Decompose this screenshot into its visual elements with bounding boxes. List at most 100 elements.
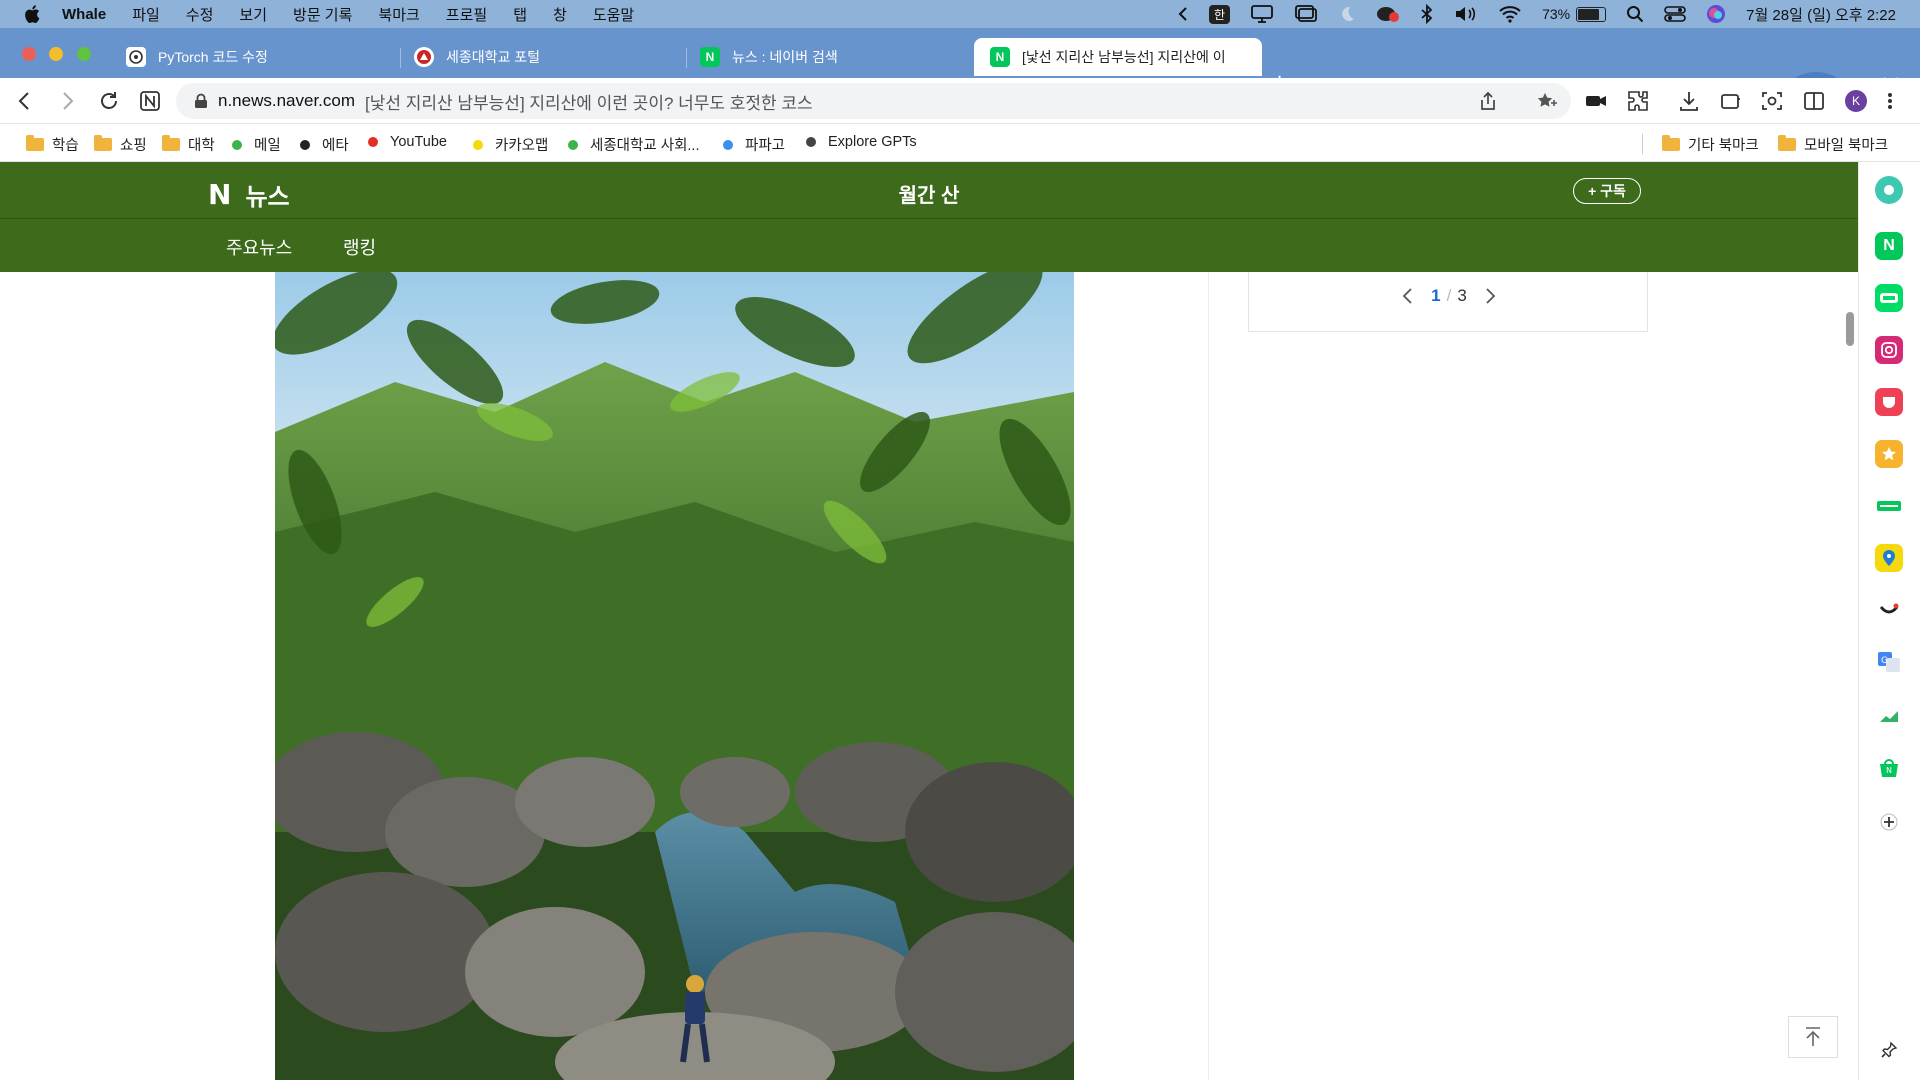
tab-naver-search[interactable]: N 뉴스 : 네이버 검색 — [684, 38, 972, 76]
window-minimize-button[interactable] — [49, 47, 63, 61]
tab-title: 뉴스 : 네이버 검색 — [732, 49, 838, 65]
add-icon[interactable] — [1875, 808, 1903, 836]
battery-status[interactable]: 73% — [1542, 6, 1607, 22]
bookmark-star-icon[interactable] — [1536, 91, 1558, 111]
menu-bookmarks[interactable]: 북마크 — [378, 4, 419, 25]
whale-space-icon[interactable] — [1875, 176, 1903, 204]
subscribe-button[interactable]: + 구독 — [1573, 178, 1641, 204]
video-icon[interactable] — [1585, 89, 1607, 113]
search-icon[interactable] — [1626, 5, 1644, 23]
bookmark-kakaomap[interactable]: 카카오맵 — [473, 134, 548, 155]
folder-icon — [162, 135, 180, 151]
webtoon-icon[interactable] — [1875, 284, 1903, 312]
tab-pytorch[interactable]: PyTorch 코드 수정 — [110, 38, 400, 76]
menu-window[interactable]: 창 — [553, 4, 567, 25]
chevron-left-icon[interactable] — [1401, 287, 1415, 305]
siri-icon[interactable] — [1706, 4, 1726, 24]
bookmark-papago[interactable]: 파파고 — [723, 134, 785, 155]
tab-capture-icon[interactable] — [1719, 89, 1743, 113]
favorites-icon[interactable] — [1875, 440, 1903, 468]
nav-ranking[interactable]: 랭킹 — [343, 234, 376, 260]
stocks-icon[interactable] — [1875, 702, 1903, 730]
app-name[interactable]: Whale — [62, 6, 106, 23]
tab-sejong-portal[interactable]: 세종대학교 포털 — [398, 38, 686, 76]
address-bar[interactable]: n.news.naver.com [낯선 지리산 남부능선] 지리산에 이런 곳… — [176, 83, 1571, 119]
display-icon[interactable] — [1250, 5, 1274, 23]
download-icon[interactable] — [1678, 89, 1700, 113]
wallet-icon[interactable] — [1875, 492, 1903, 520]
menu-help[interactable]: 도움말 — [593, 4, 634, 25]
tab-current-article[interactable]: N [낯선 지리산 남부능선] 지리산에 이 — [974, 38, 1262, 76]
bookmark-mail[interactable]: 메일 — [232, 134, 281, 155]
profile-avatar[interactable]: K — [1845, 90, 1867, 112]
map-pin-icon[interactable] — [1875, 544, 1903, 572]
wifi-icon[interactable] — [1498, 5, 1522, 23]
window-close-button[interactable] — [22, 47, 36, 61]
clock[interactable]: 7월 28일 (일) 오후 2:22 — [1746, 4, 1896, 25]
apple-icon[interactable] — [22, 3, 44, 25]
bookmark-folder-study[interactable]: 학습 — [26, 134, 79, 155]
smile-icon[interactable] — [1875, 596, 1903, 624]
back-icon[interactable] — [14, 89, 36, 113]
bookmark-sejong-social[interactable]: 세종대학교 사회... — [568, 134, 700, 155]
bookmark-label: 쇼핑 — [120, 138, 147, 154]
menu-view[interactable]: 보기 — [239, 4, 267, 25]
menu-profile[interactable]: 프로필 — [446, 4, 487, 25]
article-photo[interactable] — [275, 272, 1074, 1080]
browser-toolbar: n.news.naver.com [낯선 지리산 남부능선] 지리산에 이런 곳… — [0, 78, 1920, 124]
bookmark-everytime[interactable]: 에타 — [300, 134, 349, 155]
instagram-icon[interactable] — [1875, 336, 1903, 364]
scroll-to-top-button[interactable] — [1788, 1016, 1838, 1058]
split-view-icon[interactable] — [1802, 89, 1826, 113]
page-separator: / — [1446, 286, 1452, 305]
whale-notification-icon[interactable] — [1376, 4, 1400, 24]
bookmark-folder-shopping[interactable]: 쇼핑 — [94, 134, 147, 155]
related-articles-pager: 1 / 3 — [1248, 272, 1648, 332]
tab-strip: PyTorch 코드 수정 세종대학교 포털 N 뉴스 : 네이버 검색 N [… — [0, 28, 1920, 106]
url-page-title: [낯선 지리산 남부능선] 지리산에 이런 곳이? 너무도 호젓한 코스 — [365, 93, 813, 113]
bookmark-folder-university[interactable]: 대학 — [162, 134, 215, 155]
home-naver-icon[interactable] — [139, 89, 161, 113]
page-scrollbar[interactable] — [1846, 312, 1854, 346]
menu-tab[interactable]: 탭 — [513, 4, 527, 25]
input-method-indicator[interactable]: 한 — [1209, 4, 1231, 24]
control-center-icon[interactable] — [1664, 5, 1686, 23]
bookmark-folder-other[interactable]: 기타 북마크 — [1662, 134, 1759, 155]
stage-manager-icon[interactable] — [1294, 5, 1318, 23]
whale-sidebar: N G N — [1858, 162, 1920, 1080]
naver-shopping-icon[interactable]: N — [1875, 754, 1903, 782]
papago-icon — [723, 139, 733, 150]
volume-icon[interactable] — [1454, 5, 1478, 23]
share-icon[interactable] — [1479, 91, 1497, 111]
bookmark-youtube[interactable]: YouTube — [368, 134, 447, 150]
bookmark-folder-mobile[interactable]: 모바일 북마크 — [1778, 134, 1888, 155]
extensions-icon[interactable] — [1626, 89, 1650, 113]
window-zoom-button[interactable] — [77, 47, 91, 61]
macos-menu-bar: Whale 파일 수정 보기 방문 기록 북마크 프로필 탭 창 도움말 한 7… — [0, 0, 1920, 28]
moon-icon[interactable] — [1338, 5, 1356, 23]
menu-history[interactable]: 방문 기록 — [293, 4, 352, 25]
openai-icon — [126, 47, 146, 67]
pocket-icon[interactable] — [1875, 388, 1903, 416]
reload-icon[interactable] — [97, 89, 121, 113]
url-domain: n.news.naver.com — [218, 91, 356, 110]
translate-icon[interactable]: G — [1875, 648, 1903, 676]
bluetooth-icon[interactable] — [1420, 4, 1434, 24]
naver-icon[interactable]: N — [1875, 232, 1903, 260]
chevron-right-icon[interactable] — [1483, 287, 1497, 305]
menu-file[interactable]: 파일 — [132, 4, 160, 25]
naver-icon: N — [990, 47, 1010, 67]
nav-main-news[interactable]: 주요뉴스 — [226, 234, 292, 260]
pin-icon[interactable] — [1875, 1036, 1903, 1064]
battery-percent: 73% — [1542, 6, 1571, 22]
pagination: 1 / 3 — [1249, 286, 1649, 306]
forward-icon[interactable] — [56, 89, 78, 113]
bookmark-explore-gpts[interactable]: Explore GPTs — [806, 134, 917, 150]
svg-text:G: G — [1881, 656, 1888, 666]
lock-icon[interactable] — [194, 93, 208, 109]
total-pages: 3 — [1457, 286, 1467, 305]
menu-edit[interactable]: 수정 — [186, 4, 214, 25]
chevron-left-icon[interactable] — [1177, 6, 1189, 22]
screenshot-icon[interactable] — [1760, 89, 1784, 113]
more-menu-icon[interactable] — [1886, 89, 1894, 113]
